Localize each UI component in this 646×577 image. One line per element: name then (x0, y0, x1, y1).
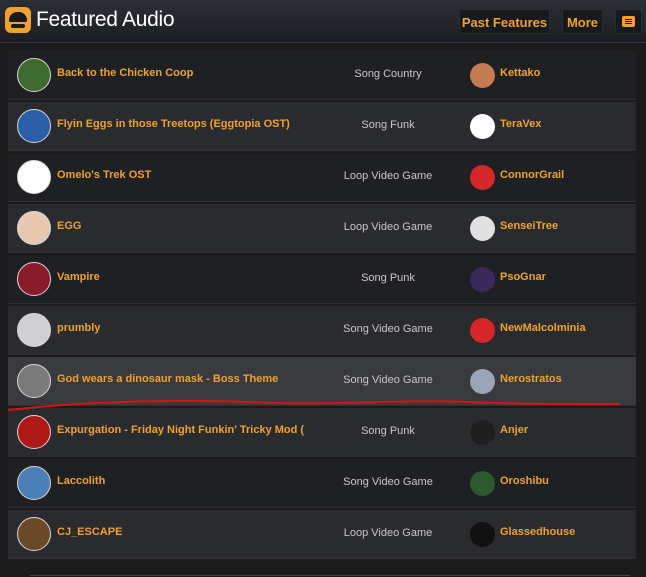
author-name-link[interactable]: NewMalcolminia (500, 322, 586, 334)
author-avatar-icon[interactable] (470, 165, 495, 190)
audio-title-link[interactable]: prumbly (57, 322, 327, 334)
author-name-link[interactable]: PsoGnar (500, 271, 546, 283)
audio-row[interactable]: God wears a dinosaur mask - Boss Theme So… (8, 357, 636, 406)
audio-row[interactable]: Laccolith Song Video Game Oroshibu (8, 459, 636, 508)
past-features-button[interactable]: Past Features (459, 9, 550, 34)
pixel-art-icon[interactable] (17, 160, 51, 194)
author-avatar-icon[interactable] (470, 420, 495, 445)
audio-title-link[interactable]: God wears a dinosaur mask - Boss Theme (57, 373, 327, 385)
author-avatar-icon[interactable] (470, 471, 495, 496)
audio-title-link[interactable]: Omelo's Trek OST (57, 169, 327, 181)
audio-genre-label: Song Punk (361, 272, 415, 284)
author-name-link[interactable]: SenseiTree (500, 220, 558, 232)
more-button[interactable]: More (562, 9, 603, 34)
audio-title-link[interactable]: EGG (57, 220, 327, 232)
author-name-link[interactable]: Nerostratos (500, 373, 562, 385)
audio-genre-label: Song Video Game (343, 374, 433, 386)
audio-genre-label: Song Video Game (343, 323, 433, 335)
audio-genre-label: Song Punk (361, 425, 415, 437)
author-avatar-icon[interactable] (470, 318, 495, 343)
author-name-link[interactable]: Oroshibu (500, 475, 549, 487)
list-divider (30, 575, 630, 576)
audio-genre-label: Song Country (354, 68, 422, 80)
audio-title-link[interactable]: Expurgation - Friday Night Funkin' Trick… (57, 424, 327, 436)
audio-title-link[interactable]: Vampire (57, 271, 327, 283)
audio-row[interactable]: Vampire Song Punk PsoGnar (8, 255, 636, 304)
newgrounds-logo-icon[interactable] (5, 7, 31, 33)
audio-row[interactable]: prumbly Song Video Game NewMalcolminia (8, 306, 636, 355)
character-art-icon[interactable] (17, 517, 51, 551)
laccolith-art-icon[interactable] (17, 466, 51, 500)
eggtopia-art-icon[interactable] (17, 109, 51, 143)
cd-icon[interactable] (17, 313, 51, 347)
audio-title-link[interactable]: Laccolith (57, 475, 327, 487)
audio-title-link[interactable]: CJ_ESCAPE (57, 526, 327, 538)
audio-genre-label: Song Funk (361, 119, 415, 131)
author-name-link[interactable]: Kettako (500, 67, 540, 79)
audio-row[interactable]: Omelo's Trek OST Loop Video Game ConnorGra… (8, 153, 636, 202)
tricky-art-icon[interactable] (17, 415, 51, 449)
author-name-link[interactable]: TeraVex (500, 118, 541, 130)
audio-genre-label: Loop Video Game (343, 170, 433, 182)
author-name-link[interactable]: Anjer (500, 424, 528, 436)
page-header: Featured Audio Past Features More (0, 0, 646, 43)
author-avatar-icon[interactable] (470, 216, 495, 241)
audio-genre-label: Loop Video Game (343, 527, 433, 539)
audio-genre-label: Song Video Game (343, 476, 433, 488)
author-avatar-icon[interactable] (470, 522, 495, 547)
author-name-link[interactable]: ConnorGrail (500, 169, 564, 181)
dinosaur-mask-art-icon[interactable] (17, 364, 51, 398)
author-avatar-icon[interactable] (470, 63, 495, 88)
audio-row[interactable]: Flyin Eggs in those Treetops (Eggtopia O… (8, 102, 636, 151)
featured-audio-list: Back to the Chicken Coop Song Country Kett… (0, 43, 646, 577)
page-title: Featured Audio (36, 8, 175, 31)
chicken-art-icon[interactable] (17, 58, 51, 92)
audio-row[interactable]: CJ_ESCAPE Loop Video Game Glassedhouse (8, 510, 636, 559)
audio-title-link[interactable]: Back to the Chicken Coop (57, 67, 327, 79)
author-avatar-icon[interactable] (470, 267, 495, 292)
vampire-art-icon[interactable] (17, 262, 51, 296)
author-avatar-icon[interactable] (470, 114, 495, 139)
audio-row[interactable]: Back to the Chicken Coop Song Country Kett… (8, 51, 636, 100)
feed-icon (622, 16, 635, 27)
audio-row[interactable]: Expurgation - Friday Night Funkin' Trick… (8, 408, 636, 457)
rss-feed-button[interactable] (615, 9, 642, 34)
audio-title-link[interactable]: Flyin Eggs in those Treetops (Eggtopia O… (57, 118, 327, 130)
author-avatar-icon[interactable] (470, 369, 495, 394)
audio-row[interactable]: EGG Loop Video Game SenseiTree (8, 204, 636, 253)
audio-genre-label: Loop Video Game (343, 221, 433, 233)
author-name-link[interactable]: Glassedhouse (500, 526, 575, 538)
anime-girl-art-icon[interactable] (17, 211, 51, 245)
